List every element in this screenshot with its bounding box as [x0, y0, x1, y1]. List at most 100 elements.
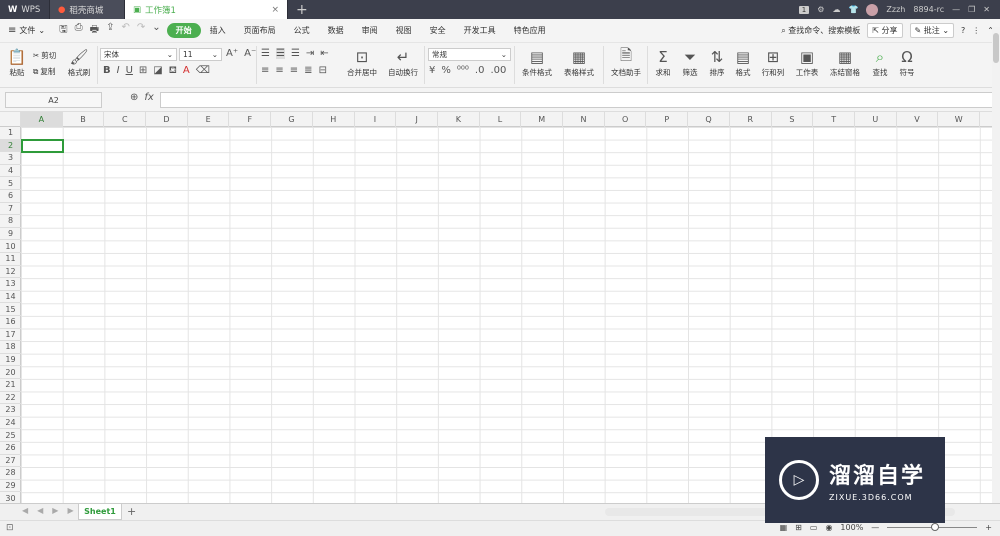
tab-developer[interactable]: 开发工具 — [455, 25, 505, 36]
outdent-icon[interactable]: ⇤ — [320, 48, 328, 59]
freeze-panes-button[interactable]: ▦ 冻结窗格 — [826, 47, 864, 78]
bold-button[interactable]: B — [103, 65, 111, 78]
currency-icon[interactable]: ¥ — [429, 65, 435, 76]
shirt-icon[interactable]: 👕 — [848, 5, 858, 14]
align-right-icon[interactable]: ≡ — [290, 65, 298, 76]
row-header[interactable]: 12 — [0, 266, 21, 279]
column-header[interactable]: D — [146, 112, 188, 127]
column-header[interactable]: P — [647, 112, 689, 127]
column-header[interactable]: O — [605, 112, 647, 127]
zoom-slider[interactable] — [887, 523, 978, 531]
tab-view[interactable]: 视图 — [387, 25, 421, 36]
column-header[interactable]: T — [813, 112, 855, 127]
user-name[interactable]: Zzzh — [886, 5, 905, 14]
close-tab-icon[interactable]: × — [271, 5, 279, 15]
italic-button[interactable]: I — [117, 65, 120, 78]
sheet-nav-arrows[interactable]: ◀◀▶▶ — [22, 506, 83, 515]
name-box[interactable]: A2 — [5, 92, 102, 108]
skin-icon[interactable]: ⚙ — [817, 5, 824, 14]
print-preview-icon[interactable]: ⎙ — [75, 22, 83, 39]
border-icon[interactable]: ⊞ — [139, 65, 147, 78]
zoom-level[interactable]: 100% — [840, 523, 863, 532]
row-header[interactable]: 30 — [0, 492, 21, 503]
find-button[interactable]: ⌕ 查找 — [868, 47, 892, 78]
tab-special[interactable]: 特色应用 — [505, 25, 555, 36]
minimize-icon[interactable]: — — [952, 5, 960, 14]
paste-button[interactable]: 📋 粘贴 — [6, 47, 28, 78]
close-window-icon[interactable]: ✕ — [983, 5, 990, 14]
column-header[interactable]: G — [271, 112, 313, 127]
column-header[interactable]: I — [355, 112, 397, 127]
sheet-tab[interactable]: Sheet1 — [78, 504, 122, 520]
filter-button[interactable]: ⏷ 筛选 — [678, 47, 702, 78]
selected-cell[interactable] — [21, 139, 64, 153]
align-center-icon[interactable]: ≡ — [275, 65, 283, 76]
worksheet-button[interactable]: ▣ 工作表 — [792, 47, 822, 78]
row-header[interactable]: 19 — [0, 354, 21, 367]
increase-decimal-icon[interactable]: .0 — [475, 65, 485, 76]
align-left-icon[interactable]: ≡ — [261, 65, 269, 76]
page-layout-icon[interactable]: ⊞ — [795, 523, 802, 532]
row-header[interactable]: 8 — [0, 215, 21, 228]
formula-input[interactable] — [160, 92, 998, 108]
row-header[interactable]: 26 — [0, 442, 21, 455]
row-header[interactable]: 6 — [0, 190, 21, 203]
increase-font-icon[interactable]: A⁺ — [226, 48, 238, 59]
row-header[interactable]: 25 — [0, 429, 21, 442]
column-header[interactable]: E — [188, 112, 230, 127]
row-header[interactable]: 1 — [0, 127, 21, 140]
row-header[interactable]: 13 — [0, 278, 21, 291]
row-header[interactable]: 24 — [0, 417, 21, 430]
align-bottom-icon[interactable]: ☰ — [291, 48, 300, 59]
tab-data[interactable]: 数据 — [319, 25, 353, 36]
zoom-in-icon[interactable]: + — [985, 523, 992, 532]
wrap-text-button[interactable]: ↵ 自动换行 — [384, 47, 422, 78]
tab-wps[interactable]: W WPS — [0, 0, 50, 19]
column-header[interactable]: V — [897, 112, 939, 127]
avatar[interactable] — [866, 3, 879, 16]
row-header[interactable]: 27 — [0, 455, 21, 468]
redo-icon[interactable]: ↷ — [137, 22, 145, 39]
zoom-slider-knob[interactable] — [931, 523, 940, 531]
column-header[interactable]: S — [772, 112, 814, 127]
row-header[interactable]: 5 — [0, 177, 21, 190]
help-icon[interactable]: ? — [961, 26, 965, 35]
paint-bucket-icon[interactable]: ⛾ — [169, 65, 177, 78]
copy-button[interactable]: ⧉ 复制 — [33, 66, 55, 77]
percent-icon[interactable]: % — [441, 65, 451, 76]
justify-icon[interactable]: ≣ — [304, 65, 312, 76]
add-sheet-button[interactable]: + — [127, 505, 136, 518]
column-header[interactable]: K — [438, 112, 480, 127]
print-icon[interactable]: 🖶 — [90, 22, 99, 39]
window-count-badge[interactable]: 1 — [798, 5, 810, 14]
row-header[interactable]: 17 — [0, 329, 21, 342]
column-header[interactable]: B — [63, 112, 105, 127]
decrease-font-icon[interactable]: A⁻ — [244, 48, 256, 59]
restore-icon[interactable]: ❐ — [968, 5, 975, 14]
format-painter-button[interactable]: 🖌 格式刷 — [64, 47, 94, 78]
column-header[interactable]: L — [480, 112, 522, 127]
eraser-icon[interactable]: ⌫ — [196, 65, 210, 78]
new-tab-button[interactable]: + — [288, 0, 316, 19]
tab-formulas[interactable]: 公式 — [285, 25, 319, 36]
symbol-button[interactable]: Ω 符号 — [895, 47, 919, 78]
tab-workbook[interactable]: ▣ 工作簿1 × — [125, 0, 288, 19]
normal-view-icon[interactable]: ▦ — [780, 523, 788, 532]
zoom-out-icon[interactable]: — — [871, 523, 879, 532]
select-all-corner[interactable] — [0, 112, 21, 127]
row-header[interactable]: 3 — [0, 152, 21, 165]
zoom-formula-icon[interactable]: ⊕ — [130, 92, 138, 103]
table-style-button[interactable]: ▦ 表格样式 — [559, 47, 599, 78]
font-color-icon[interactable]: A — [183, 65, 190, 78]
row-header[interactable]: 7 — [0, 203, 21, 216]
column-header[interactable]: N — [563, 112, 605, 127]
row-header[interactable]: 15 — [0, 303, 21, 316]
tab-insert[interactable]: 插入 — [201, 25, 235, 36]
number-format-select[interactable]: 常规 ⌄ — [428, 48, 511, 61]
undo-icon[interactable]: ↶ — [121, 22, 129, 39]
column-header[interactable]: A — [21, 112, 63, 127]
comment-button[interactable]: ✎ 批注 ⌄ — [909, 23, 955, 38]
fill-color-icon[interactable]: ◪ — [153, 65, 162, 78]
file-menu[interactable]: ≡ 文件 ⌄ — [0, 25, 53, 36]
thousands-icon[interactable]: ⁰⁰⁰ — [457, 65, 469, 76]
